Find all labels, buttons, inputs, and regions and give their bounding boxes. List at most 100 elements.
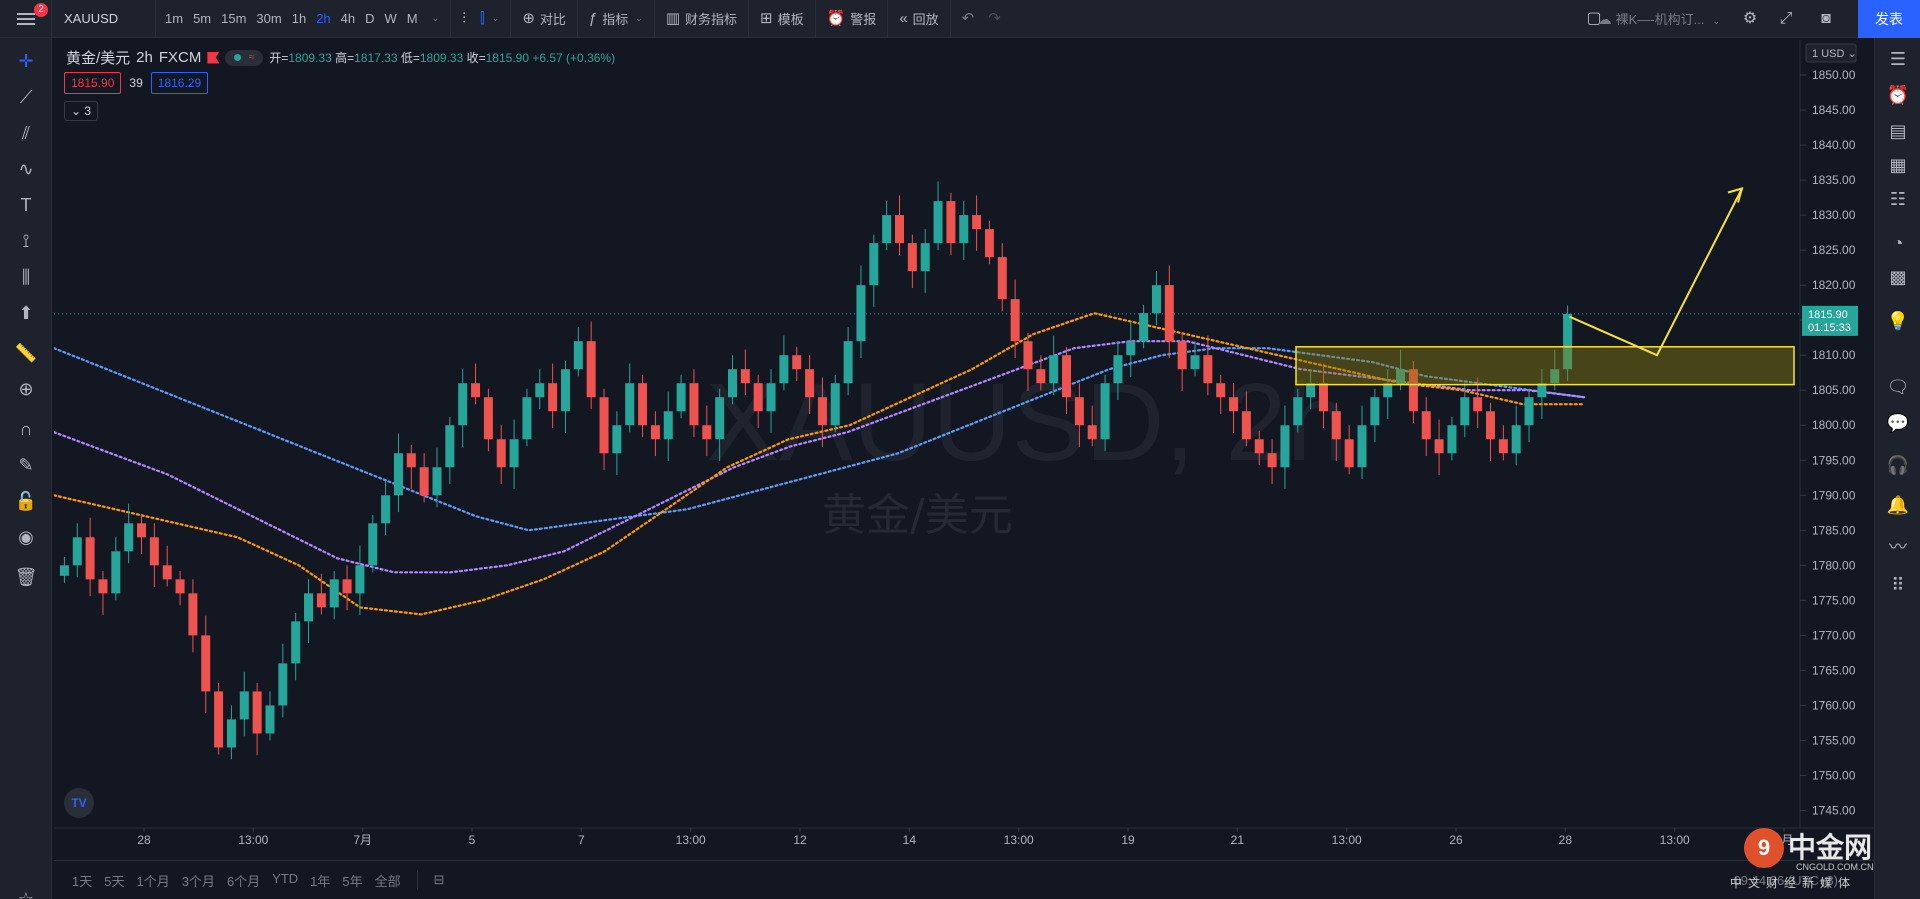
calendar-button[interactable]: ▩ xyxy=(1875,260,1920,294)
timeframe-30m[interactable]: 30m xyxy=(251,0,286,38)
timeframe-1h[interactable]: 1h xyxy=(287,0,311,38)
range-0[interactable]: 1天 xyxy=(66,871,98,890)
news-button[interactable]: ▦ xyxy=(1875,148,1920,182)
more-button[interactable]: ⠿ xyxy=(1875,568,1920,602)
screenshot-button[interactable]: ◙ xyxy=(1808,0,1844,38)
remove-drawings-tool[interactable]: 🗑 xyxy=(0,562,52,592)
instrument-title[interactable]: 黄金/美元 xyxy=(66,47,130,68)
prediction-tool[interactable]: ⫼ xyxy=(0,262,52,292)
pattern-tool[interactable]: ∿ xyxy=(0,154,52,184)
text-tool[interactable]: T xyxy=(0,190,52,220)
price-tick-label: 1755.00 xyxy=(1812,733,1856,747)
favorites-tool[interactable]: ☆ xyxy=(0,884,52,899)
market-status-pill[interactable]: ≈ xyxy=(225,49,264,66)
chart-pane[interactable]: XAUUSD, 2h 黄金/美元 1850.00 1845.00 1840.00 18… xyxy=(54,40,1874,860)
main-menu-button[interactable]: 2 xyxy=(0,0,52,38)
candle xyxy=(586,321,596,410)
candle xyxy=(1524,388,1534,443)
price-tick-label: 1765.00 xyxy=(1812,663,1856,677)
notes-button[interactable]: ☷ xyxy=(1875,182,1920,216)
range-1[interactable]: 5天 xyxy=(98,871,130,890)
price-chart[interactable]: XAUUSD, 2h 黄金/美元 1850.001845.001840.0018… xyxy=(54,40,1874,860)
settings-button[interactable]: ⚙ xyxy=(1732,0,1768,38)
flag-icon[interactable] xyxy=(207,51,220,64)
bar-style-button[interactable]: ⫶ xyxy=(455,0,473,38)
measure-tool[interactable]: 📏 xyxy=(0,338,52,368)
candle xyxy=(239,671,249,737)
zoom-tool[interactable]: ⊕ xyxy=(0,374,52,404)
trading-panel-button[interactable]: 〰 xyxy=(1875,530,1920,564)
range-3[interactable]: 3个月 xyxy=(176,871,221,890)
timeframe-4h[interactable]: 4h xyxy=(336,0,360,38)
currency-selector[interactable]: 1 USD ⌄ xyxy=(1805,43,1857,63)
indicators-collapse-button[interactable]: ⌄ 3 xyxy=(64,101,99,121)
alert-label: 警报 xyxy=(850,12,877,27)
icon-tool[interactable]: ⬆ xyxy=(0,298,52,328)
help-button[interactable]: 🎧 xyxy=(1875,448,1920,482)
hide-drawings-tool[interactable]: ◉ xyxy=(0,522,52,552)
timeframe-D[interactable]: D xyxy=(360,0,379,38)
shapes-tool[interactable]: ⟟ xyxy=(0,226,52,256)
price-tick-label: 1800.00 xyxy=(1812,418,1856,432)
tradingview-logo[interactable]: TV xyxy=(64,788,94,818)
timeframe-1m[interactable]: 1m xyxy=(160,0,188,38)
pattern-icon: ∿ xyxy=(18,159,34,179)
timeframe-M[interactable]: M xyxy=(402,0,423,38)
alerts-button[interactable]: ⏰ xyxy=(1875,78,1920,112)
undo-button[interactable]: ↶ xyxy=(955,0,982,38)
time-scale: 28 13:00 7月 5 7 13:00 12 14 13:00 19 21 13:00 26 28 13… xyxy=(137,828,1793,847)
layout-name-dropdown[interactable]: ☁ 裸K—-机构订... ⌄ xyxy=(1598,0,1720,38)
crosshair-tool[interactable]: ✛ xyxy=(0,46,52,76)
replay-button[interactable]: « 回放 xyxy=(892,0,945,38)
magnet-tool[interactable]: ∩ xyxy=(0,414,52,444)
candle xyxy=(111,537,121,601)
streams-button[interactable]: 💬 xyxy=(1875,406,1920,440)
chats-button[interactable]: 🗨 xyxy=(1875,370,1920,404)
timeframe-5m[interactable]: 5m xyxy=(188,0,216,38)
sell-button[interactable]: 1815.90 xyxy=(64,72,122,94)
range-8[interactable]: 全部 xyxy=(369,871,407,890)
range-6[interactable]: 1年 xyxy=(304,871,336,890)
candle xyxy=(522,388,532,447)
indicators-button[interactable]: ƒ 指标 ⌄ xyxy=(582,0,650,38)
buy-button[interactable]: 1816.29 xyxy=(150,72,209,94)
candle-style-button[interactable]: ⫿ ⌄ xyxy=(473,0,506,38)
candle xyxy=(1447,416,1457,461)
range-5[interactable]: YTD xyxy=(266,871,304,890)
camera-icon: ◙ xyxy=(1821,10,1831,27)
alert-button[interactable]: ⏰ 警报 xyxy=(820,0,884,38)
financials-button[interactable]: ▥ 财务指标 xyxy=(659,0,744,38)
watchlist-button[interactable]: ☰ xyxy=(1875,42,1920,76)
lock-drawings-tool[interactable]: 🔓 xyxy=(0,486,52,516)
timeframe-dropdown[interactable]: ⌄ xyxy=(423,0,447,38)
price-tick-label: 1745.00 xyxy=(1812,803,1856,817)
publish-button[interactable]: 发表 xyxy=(1858,0,1920,38)
brand-tagline: 中文财经新媒体 xyxy=(1730,876,1857,890)
range-7[interactable]: 5年 xyxy=(336,871,368,890)
templates-button[interactable]: ⊞ 模板 xyxy=(753,0,811,38)
data-window-button[interactable]: ▤ xyxy=(1875,114,1920,148)
fullscreen-button[interactable]: ⤢ xyxy=(1768,0,1804,38)
fib-tool[interactable]: ⫽ xyxy=(0,118,52,148)
ideas-button[interactable]: 💡 xyxy=(1875,304,1920,338)
symbol-watermark-sub: 黄金/美元 xyxy=(822,490,1013,541)
compare-button[interactable]: ⊕ 对比 xyxy=(515,0,573,38)
redo-button[interactable]: ↷ xyxy=(981,0,1008,38)
symbol-search[interactable]: XAUUSD xyxy=(52,0,156,38)
timeframe-2h[interactable]: 2h xyxy=(311,0,335,38)
replay-label: 回放 xyxy=(912,12,939,27)
timeframe-W[interactable]: W xyxy=(380,0,402,38)
hotlist-button[interactable]: ◔ xyxy=(1875,226,1920,260)
time-tick-label: 13:00 xyxy=(676,833,706,847)
range-4[interactable]: 6个月 xyxy=(221,871,266,890)
timeframe-15m[interactable]: 15m xyxy=(216,0,251,38)
notifications-button[interactable]: 🔔 xyxy=(1875,488,1920,522)
range-2[interactable]: 1个月 xyxy=(130,871,175,890)
trendline-tool[interactable]: ⟋ xyxy=(0,82,52,112)
cngold-logo-icon: 9 xyxy=(1744,828,1784,868)
price-tick-label: 1795.00 xyxy=(1812,453,1856,467)
stay-in-draw-tool[interactable]: ✎ xyxy=(0,450,52,480)
goto-date-button[interactable]: ⊟ xyxy=(428,872,451,888)
price-tick-label: 1770.00 xyxy=(1812,628,1856,642)
buy-sell-panel: 1815.90 39 1816.29 xyxy=(64,72,209,94)
